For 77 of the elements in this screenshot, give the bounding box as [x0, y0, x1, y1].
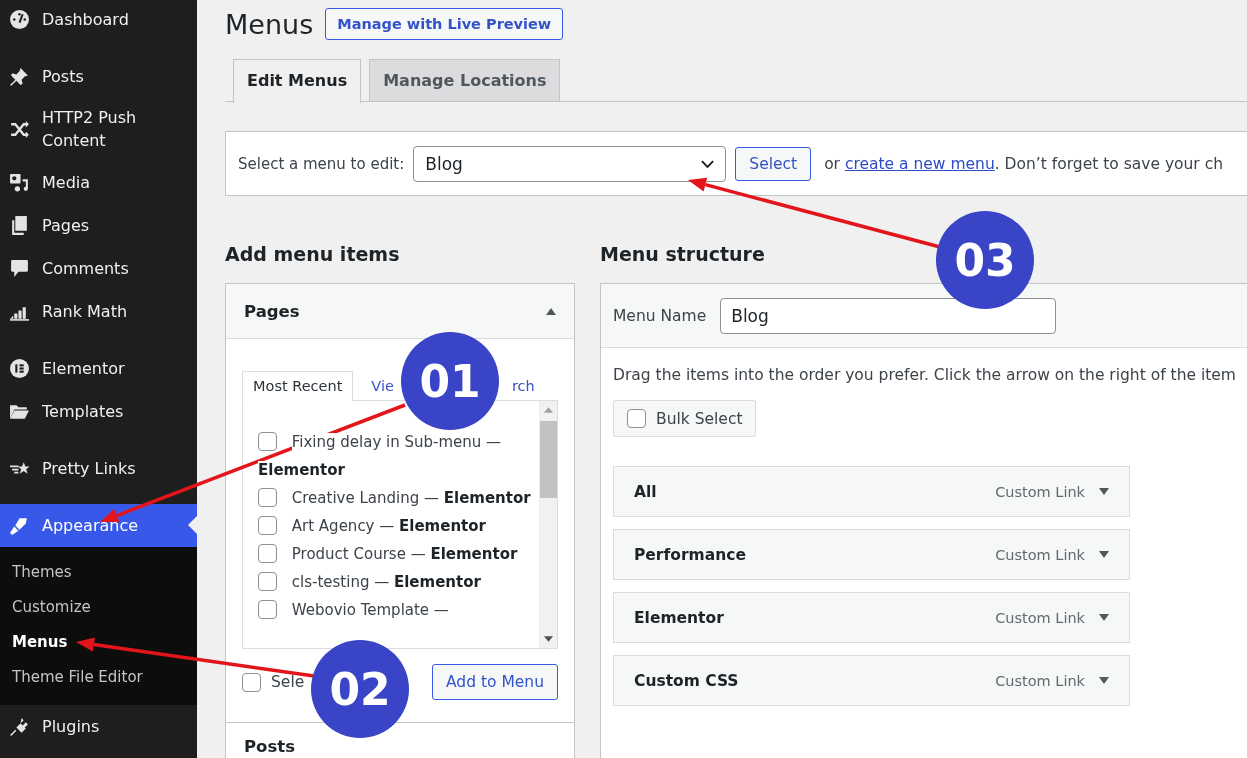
- step-badge: 03: [936, 211, 1034, 309]
- select-hint-text: or create a new menu. Don’t forget to save your ch: [824, 154, 1224, 173]
- accordion-header[interactable]: Pages: [226, 284, 574, 339]
- menu-item-bar[interactable]: Custom CSS Custom Link: [613, 655, 1130, 706]
- menu-item-type: Custom Link: [995, 672, 1085, 689]
- expand-arrow-icon[interactable]: [1099, 677, 1109, 684]
- page-title-text: Creative Landing — Elementor: [291, 489, 531, 507]
- chevron-down-icon: [700, 158, 716, 169]
- checkbox[interactable]: [258, 432, 277, 451]
- page-title-text: cls-testing — Elementor: [291, 573, 481, 591]
- sidebar-item[interactable]: Pretty Links: [0, 446, 197, 490]
- expand-arrow-icon[interactable]: [1099, 551, 1109, 558]
- select-label: Select a menu to edit:: [238, 154, 405, 173]
- e-logo-icon: [9, 357, 30, 379]
- sidebar-item[interactable]: Appearance: [0, 503, 197, 547]
- create-menu-link[interactable]: create a new menu: [844, 154, 995, 173]
- tab[interactable]: rch: [501, 372, 545, 400]
- checkbox[interactable]: [258, 544, 277, 563]
- menu-item-type: Custom Link: [995, 483, 1085, 500]
- expand-arrow-icon[interactable]: [1099, 614, 1109, 621]
- sidebar-item[interactable]: HTTP2 Push Content: [0, 97, 197, 161]
- menu-item-bar[interactable]: Performance Custom Link: [613, 529, 1130, 580]
- checkbox[interactable]: [242, 672, 261, 692]
- tab[interactable]: Most Recent: [242, 371, 354, 401]
- sidebar-item[interactable]: Plugins: [0, 704, 197, 748]
- checkbox[interactable]: [258, 600, 277, 619]
- menu-item-title: Elementor: [634, 608, 725, 627]
- checkbox[interactable]: [258, 572, 277, 591]
- live-preview-button[interactable]: Manage with Live Preview: [325, 8, 564, 40]
- scroll-up-icon[interactable]: [543, 407, 553, 413]
- bulk-select-button[interactable]: Bulk Select: [613, 400, 757, 437]
- instructions-text: Drag the items into the order you prefer. Click the arrow on the right of the item: [613, 366, 1237, 384]
- page-title-text: Webovio Template —: [291, 601, 449, 619]
- menu-item-title: All: [634, 482, 658, 501]
- current-pointer-icon: [188, 516, 197, 534]
- tab[interactable]: Vie: [365, 372, 394, 400]
- add-to-menu-button[interactable]: Add to Menu: [432, 664, 558, 700]
- gauge-icon: [9, 8, 30, 30]
- page-title: Menus: [225, 8, 314, 40]
- sidebar-item[interactable]: Elementor: [0, 346, 197, 390]
- sidebar-item[interactable]: Templates: [0, 389, 197, 433]
- sidebar-item[interactable]: Media: [0, 160, 197, 204]
- sidebar-item[interactable]: Pages: [0, 203, 197, 247]
- tab[interactable]: Manage Locations: [369, 59, 561, 101]
- scroll-down-icon[interactable]: [543, 636, 553, 642]
- scrollbar[interactable]: [539, 401, 557, 648]
- menu-name-field[interactable]: Blog: [720, 297, 1057, 334]
- menu-item-bar[interactable]: All Custom Link: [613, 466, 1130, 517]
- section-heading: Add menu items: [225, 243, 400, 265]
- checkbox[interactable]: [258, 516, 277, 535]
- checkbox[interactable]: [258, 488, 277, 507]
- sidebar-item[interactable]: Comments: [0, 246, 197, 290]
- menu-item-type: Custom Link: [995, 546, 1085, 563]
- menu-dropdown[interactable]: Blog: [413, 145, 727, 182]
- select-all-label: Sele: [271, 673, 305, 691]
- tab[interactable]: Edit Menus: [233, 59, 362, 103]
- menu-name-label: Menu Name: [613, 306, 707, 325]
- select-button[interactable]: Select: [735, 146, 812, 181]
- menu-item-title: Performance: [634, 545, 747, 564]
- expand-arrow-icon[interactable]: [1099, 488, 1109, 495]
- menu-item-title: Custom CSS: [634, 671, 740, 690]
- speech-bubble-icon: [9, 257, 30, 279]
- media-icon: [9, 171, 30, 193]
- submenu-item[interactable]: Menus: [0, 624, 197, 660]
- sidebar-item[interactable]: Rank Math: [0, 289, 197, 333]
- sidebar-item[interactable]: Dashboard: [0, 0, 197, 41]
- checkbox[interactable]: [627, 409, 646, 428]
- section-heading: Menu structure: [600, 243, 765, 265]
- menu-item-type: Custom Link: [995, 609, 1085, 626]
- submenu-item[interactable]: Theme File Editor: [0, 659, 197, 695]
- menu-item-bar[interactable]: Elementor Custom Link: [613, 592, 1130, 643]
- page-title-text: Art Agency — Elementor: [291, 517, 486, 535]
- submenu-item[interactable]: Themes: [0, 554, 197, 590]
- pages-icon: [9, 214, 30, 236]
- pushpin-icon: [9, 65, 30, 87]
- sidebar-item[interactable]: Posts: [0, 54, 197, 98]
- submenu-item[interactable]: Customize: [0, 589, 197, 625]
